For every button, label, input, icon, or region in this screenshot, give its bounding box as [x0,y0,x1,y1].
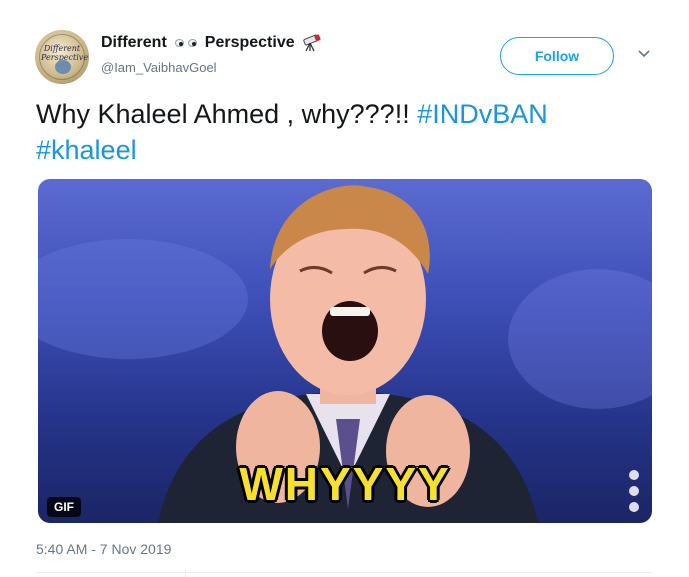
display-name-second[interactable]: Perspective [205,34,295,52]
telescope-emoji-icon [302,34,321,52]
avatar[interactable]: Different Perspective [35,30,89,84]
display-name-first[interactable]: Different [101,34,167,52]
author-name-row[interactable]: Different Perspective [101,34,323,52]
hashtag-indvban[interactable]: #INDvBAN [417,99,548,129]
author-handle[interactable]: @Iam_VaibhavGoel [101,60,217,75]
tweet-text-body: Why Khaleel Ahmed , why???!! [36,99,418,129]
tweet-gif[interactable]: WHYYYY GIF [38,179,652,523]
divider-tick [185,570,186,577]
tweet-timestamp[interactable]: 5:40 AM - 7 Nov 2019 [36,541,171,557]
tweet-text: Why Khaleel Ahmed , why???!! #INDvBAN #k… [36,96,666,168]
follow-button[interactable]: Follow [500,37,614,75]
gif-badge: GIF [47,497,81,517]
divider [36,572,652,573]
eyes-emoji-icon [174,39,197,47]
gif-caption: WHYYYY [239,458,451,510]
chevron-down-icon[interactable] [638,50,650,58]
hashtag-khaleel[interactable]: #khaleel [36,135,137,165]
avatar-figure [55,60,71,74]
